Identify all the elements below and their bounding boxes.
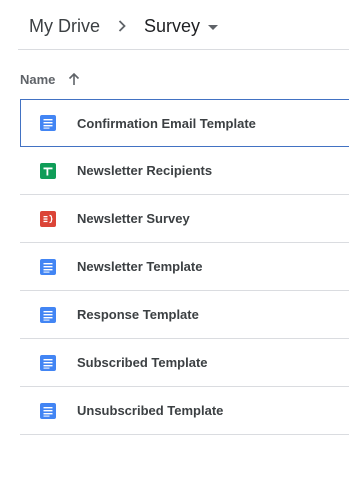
file-row[interactable]: Unsubscribed Template [20,387,349,435]
file-list: Confirmation Email Template Newsletter Re… [20,99,349,435]
caret-down-icon [208,24,219,30]
file-name: Confirmation Email Template [77,115,256,131]
file-name: Newsletter Recipients [77,163,213,178]
google-docs-icon [40,258,56,275]
file-row[interactable]: Newsletter Template [20,243,349,291]
google-docs-icon [40,402,56,419]
breadcrumb-my-drive[interactable]: My Drive [29,16,100,37]
file-name: Response Template [77,307,199,322]
google-docs-icon [40,306,56,323]
file-name: Newsletter Survey [77,211,190,226]
breadcrumb: My Drive Survey [29,12,219,40]
header-divider [18,49,349,50]
file-row[interactable]: Response Template [20,291,349,339]
chevron-right-icon [116,20,127,32]
file-row[interactable]: Newsletter Survey [20,195,349,243]
breadcrumb-current-label: Survey [144,15,201,36]
file-name: Subscribed Template [77,355,208,370]
column-header-name-label: Name [20,71,56,87]
column-header-name[interactable]: Name [20,67,81,91]
file-row[interactable]: Newsletter Recipients [20,147,349,195]
file-name: Unsubscribed Template [77,403,224,418]
google-forms-icon [40,210,56,227]
file-row[interactable]: Confirmation Email Template [20,99,349,147]
google-sheets-icon [40,162,56,179]
google-docs-icon [40,354,56,371]
file-row[interactable]: Subscribed Template [20,339,349,387]
arrow-up-icon[interactable] [67,71,81,87]
breadcrumb-current-folder[interactable]: Survey [144,15,219,37]
google-docs-icon [40,115,56,131]
file-name: Newsletter Template [77,259,203,274]
